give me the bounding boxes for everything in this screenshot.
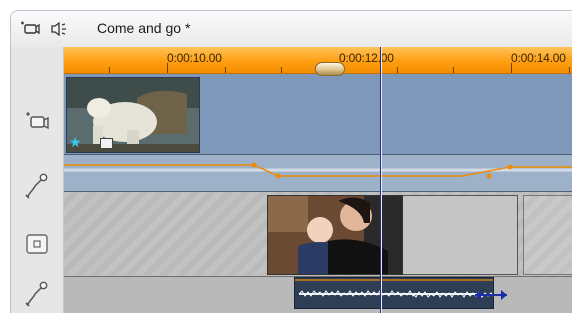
track-header-column: [11, 47, 64, 313]
ruler-label-3: 0:00:14.00: [511, 51, 566, 65]
polar-bear-thumbnail: [67, 78, 199, 152]
camcorder-icon[interactable]: [22, 107, 52, 137]
ruler-label-2: 0:00:12.00: [339, 51, 394, 65]
playhead-line[interactable]: [380, 47, 382, 313]
polar-bear-clip[interactable]: ★: [66, 77, 200, 153]
box-icon[interactable]: [22, 229, 52, 259]
star-icon: ★: [69, 134, 82, 150]
project-title: Come and go *: [97, 20, 191, 36]
audio-waveform: [295, 279, 493, 298]
camcorder-icon[interactable]: [19, 19, 41, 39]
mother-baby-clip[interactable]: [267, 195, 403, 275]
audio-overlay-track[interactable]: [64, 154, 572, 192]
audio-clip[interactable]: [294, 277, 494, 309]
ruler-label-1: 0:00:10.00: [167, 51, 222, 65]
audio-cable-icon[interactable]: [22, 279, 52, 309]
timeline-window: Come and go * 0:00:10.00 0:00:12.00 0:00…: [10, 10, 572, 313]
audio-cable-icon[interactable]: [22, 171, 52, 201]
box-icon: [100, 138, 113, 149]
empty-clip[interactable]: [403, 195, 518, 275]
timeline-header: Come and go *: [11, 11, 572, 47]
playhead-handle[interactable]: [315, 62, 345, 76]
trim-handle-icon[interactable]: [473, 288, 509, 302]
mother-baby-thumbnail: [268, 196, 402, 274]
next-clip[interactable]: [523, 195, 572, 275]
speaker-icon[interactable]: [49, 19, 71, 39]
audio-waveform: [64, 162, 572, 179]
